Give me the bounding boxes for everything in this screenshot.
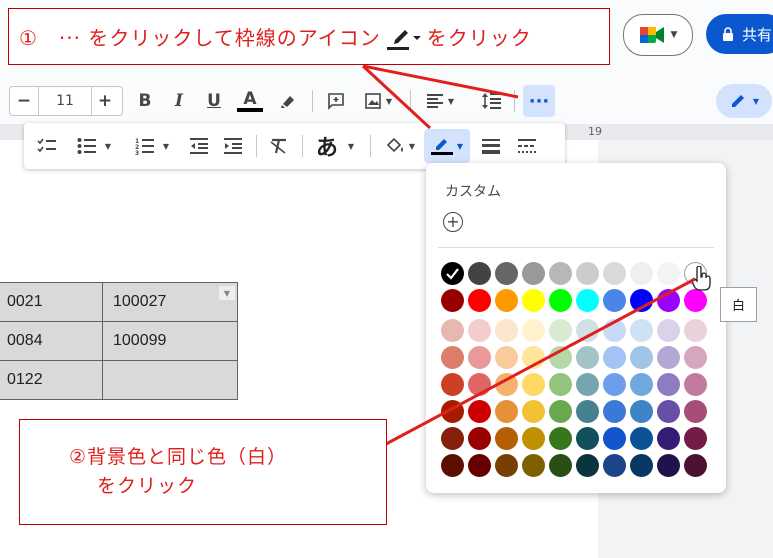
step2-line1: ②背景色と同じ色（白） [69,446,288,468]
step2-callout: ②背景色と同じ色（白） をクリック [19,419,387,525]
step2-line2: をクリック [97,475,198,497]
step2-arrow [385,277,696,446]
step1-arrow-to-border [361,64,432,130]
step1-arrow-to-more [362,64,519,99]
